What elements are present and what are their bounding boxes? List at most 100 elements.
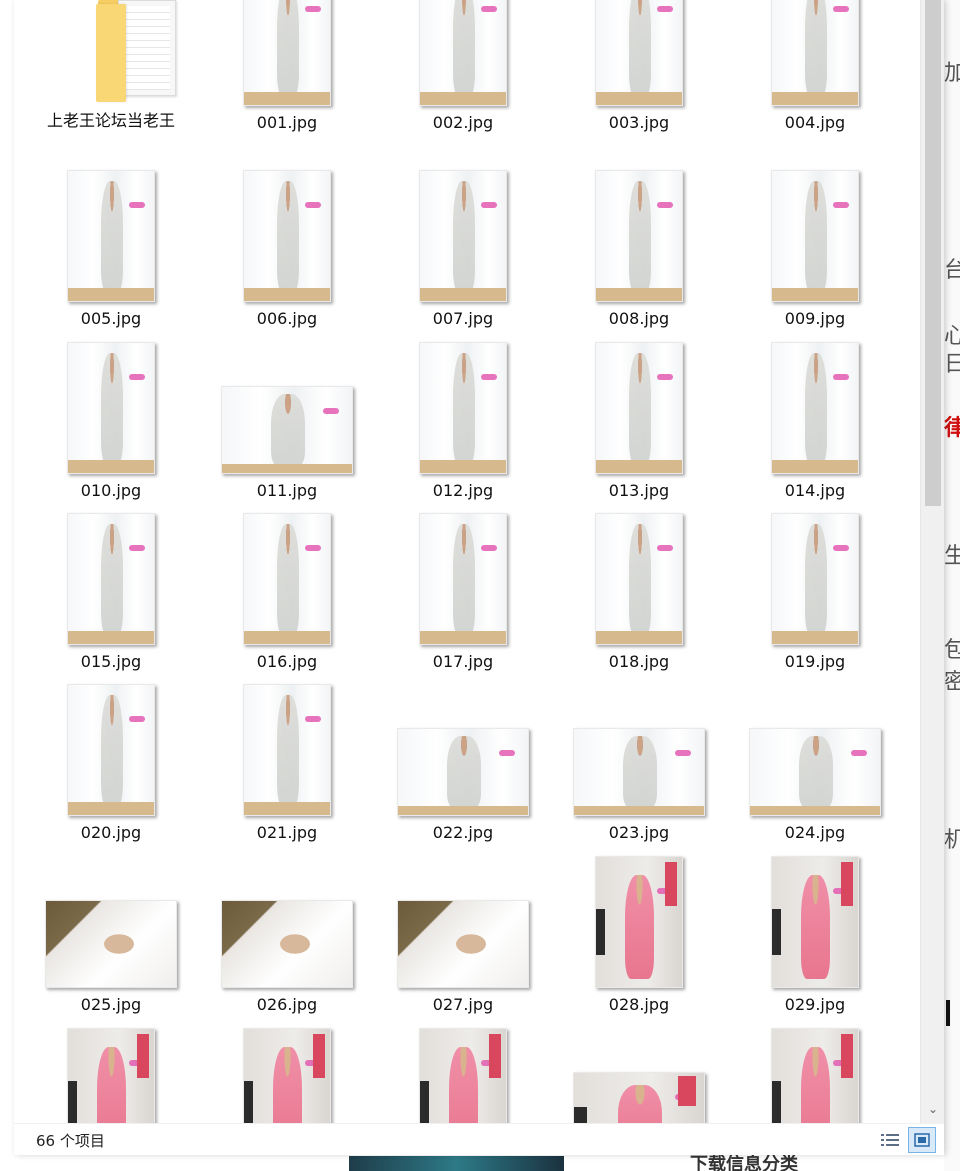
file-item[interactable] — [573, 1028, 705, 1123]
background-text: 生 — [944, 544, 960, 569]
file-item[interactable]: 002.jpg — [398, 0, 528, 170]
file-item[interactable]: 010.jpg — [46, 340, 176, 510]
file-item[interactable]: 019.jpg — [750, 512, 880, 682]
file-item[interactable]: 005.jpg — [46, 168, 176, 338]
large-icons-view-icon[interactable] — [908, 1127, 936, 1153]
file-item[interactable]: 018.jpg — [574, 512, 704, 682]
file-item[interactable]: 004.jpg — [750, 0, 880, 170]
file-item[interactable] — [222, 1028, 352, 1123]
file-item[interactable]: 011.jpg — [221, 340, 353, 510]
folder-item[interactable]: 上老王论坛当老王 — [46, 0, 176, 170]
watermark-logo — [481, 374, 498, 381]
file-name: 019.jpg — [784, 652, 846, 671]
file-name: 001.jpg — [256, 113, 318, 132]
watermark-logo — [305, 545, 322, 552]
image-thumbnail — [419, 513, 507, 645]
scroll-down-arrow-icon[interactable]: ⌄ — [925, 1100, 941, 1118]
file-item[interactable]: 006.jpg — [222, 168, 352, 338]
file-item[interactable]: 021.jpg — [222, 684, 352, 854]
details-view-icon[interactable] — [876, 1127, 904, 1153]
file-item[interactable]: 003.jpg — [574, 0, 704, 170]
image-thumbnail — [419, 170, 507, 302]
watermark-logo — [833, 888, 850, 895]
watermark-logo — [323, 407, 339, 414]
file-item[interactable]: 029.jpg — [750, 856, 880, 1026]
image-thumbnail — [595, 170, 683, 302]
watermark-logo — [657, 374, 674, 381]
file-item[interactable]: 025.jpg — [45, 856, 177, 1026]
file-name: 021.jpg — [256, 823, 318, 842]
file-item[interactable]: 028.jpg — [574, 856, 704, 1026]
image-thumbnail — [771, 1028, 859, 1123]
file-name: 023.jpg — [608, 823, 670, 842]
image-thumbnail — [45, 900, 177, 988]
file-item[interactable]: 022.jpg — [397, 684, 529, 854]
vertical-scrollbar[interactable]: ⌄ — [920, 0, 944, 1123]
background-text: 加 — [944, 61, 960, 86]
watermark-logo — [657, 6, 674, 13]
scrollbar-thumb[interactable] — [925, 0, 941, 506]
file-item[interactable]: 008.jpg — [574, 168, 704, 338]
file-item[interactable]: 013.jpg — [574, 340, 704, 510]
image-thumbnail — [243, 0, 331, 106]
image-thumbnail — [419, 0, 507, 106]
background-text: 密 — [944, 670, 960, 695]
file-item[interactable]: 017.jpg — [398, 512, 528, 682]
watermark-logo — [129, 545, 146, 552]
image-thumbnail — [67, 684, 155, 816]
image-thumbnail — [67, 1028, 155, 1123]
watermark-logo — [129, 1060, 146, 1067]
image-thumbnail — [573, 1072, 705, 1123]
file-name: 006.jpg — [256, 309, 318, 328]
file-name: 016.jpg — [256, 652, 318, 671]
image-thumbnail — [243, 170, 331, 302]
file-item[interactable]: 007.jpg — [398, 168, 528, 338]
background-text: 机 — [944, 828, 960, 853]
file-name: 022.jpg — [432, 823, 494, 842]
image-thumbnail — [749, 728, 881, 816]
file-name: 026.jpg — [256, 995, 318, 1014]
watermark-logo — [833, 6, 850, 13]
file-name: 013.jpg — [608, 481, 670, 500]
file-item[interactable]: 020.jpg — [46, 684, 176, 854]
file-item[interactable] — [46, 1028, 176, 1123]
file-name: 027.jpg — [432, 995, 494, 1014]
image-thumbnail — [67, 170, 155, 302]
file-grid[interactable]: 上老王论坛当老王 001.jpg 002.jpg 003.jpg 004.jpg 005… — [14, 0, 920, 1123]
file-name: 012.jpg — [432, 481, 494, 500]
image-thumbnail — [595, 513, 683, 645]
file-item[interactable]: 014.jpg — [750, 340, 880, 510]
image-thumbnail — [771, 170, 859, 302]
file-item[interactable]: 015.jpg — [46, 512, 176, 682]
image-thumbnail — [221, 386, 353, 474]
image-thumbnail — [771, 0, 859, 106]
watermark-logo — [305, 6, 322, 13]
file-item[interactable]: 009.jpg — [750, 168, 880, 338]
status-bar: 66 个项目 — [14, 1123, 944, 1155]
file-item[interactable] — [398, 1028, 528, 1123]
file-name: 018.jpg — [608, 652, 670, 671]
image-thumbnail — [595, 856, 683, 988]
file-item[interactable]: 016.jpg — [222, 512, 352, 682]
watermark-logo — [129, 202, 146, 209]
watermark-logo — [129, 374, 146, 381]
file-name: 011.jpg — [256, 481, 318, 500]
file-name: 002.jpg — [432, 113, 494, 132]
background-banner-image — [349, 1156, 564, 1171]
watermark-logo — [129, 716, 146, 723]
watermark-logo — [305, 716, 322, 723]
file-item[interactable] — [750, 1028, 880, 1123]
file-item[interactable]: 026.jpg — [221, 856, 353, 1026]
background-text: 包 — [944, 638, 960, 663]
file-item[interactable]: 023.jpg — [573, 684, 705, 854]
file-name: 015.jpg — [80, 652, 142, 671]
file-item[interactable]: 027.jpg — [397, 856, 529, 1026]
image-thumbnail — [771, 856, 859, 988]
file-item[interactable]: 001.jpg — [222, 0, 352, 170]
image-thumbnail — [771, 342, 859, 474]
file-item[interactable]: 024.jpg — [749, 684, 881, 854]
file-item[interactable]: 012.jpg — [398, 340, 528, 510]
folder-icon — [90, 0, 196, 102]
image-thumbnail — [243, 684, 331, 816]
image-thumbnail — [419, 342, 507, 474]
